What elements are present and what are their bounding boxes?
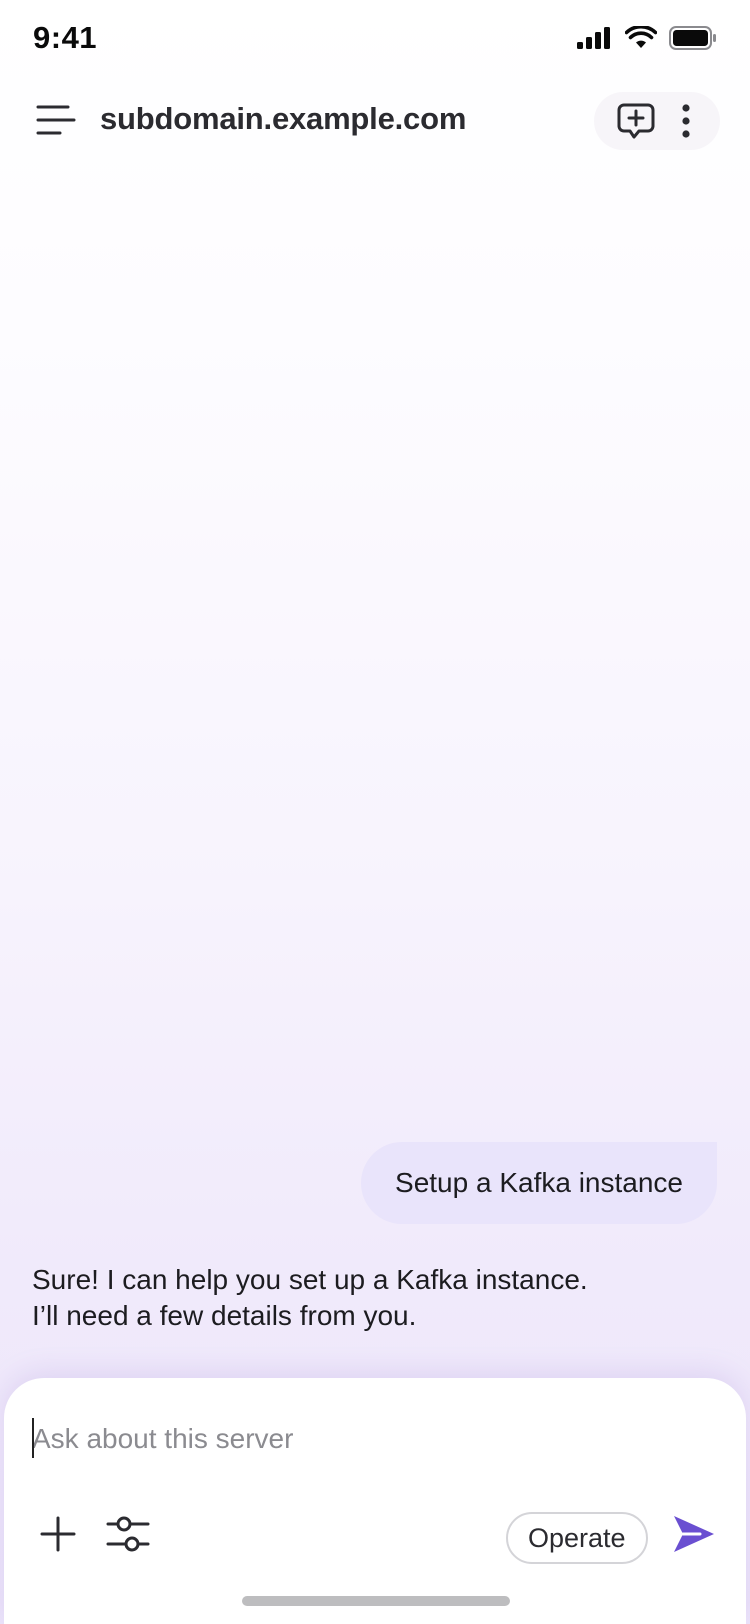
more-options-button[interactable] [676,103,696,139]
sliders-icon [106,1516,150,1552]
text-caret [32,1418,34,1458]
operate-mode-chip[interactable]: Operate [506,1512,648,1564]
assistant-message-line: I’ll need a few details from you. [32,1300,417,1331]
message-composer: Operate [4,1378,746,1624]
status-bar: 9:41 [0,0,750,80]
message-input[interactable] [32,1414,692,1464]
status-time: 9:41 [33,20,98,55]
status-icons [577,26,717,50]
wifi-icon [625,26,657,48]
send-icon [674,1516,714,1552]
home-indicator [242,1596,510,1606]
battery-icon [669,26,716,50]
plus-icon [40,1516,76,1552]
user-message-text: Setup a Kafka instance [395,1167,683,1198]
attach-button[interactable] [38,1514,78,1554]
assistant-message-line: Sure! I can help you set up a Kafka inst… [32,1264,588,1295]
page-title: subdomain.example.com [100,101,467,136]
user-message-bubble: Setup a Kafka instance [361,1142,717,1224]
more-vertical-icon [682,104,690,138]
assistant-message: Sure! I can help you set up a Kafka inst… [32,1262,692,1334]
tools-settings-button[interactable] [106,1514,150,1554]
new-chat-button[interactable] [616,102,656,140]
cellular-signal-icon [577,27,610,49]
app-header: subdomain.example.com [0,80,750,160]
header-actions [594,92,720,150]
mode-chip-label: Operate [528,1522,626,1553]
new-chat-plus-icon [617,103,655,139]
send-button[interactable] [670,1510,718,1558]
menu-button[interactable] [36,102,76,138]
hamburger-menu-icon [36,105,76,135]
